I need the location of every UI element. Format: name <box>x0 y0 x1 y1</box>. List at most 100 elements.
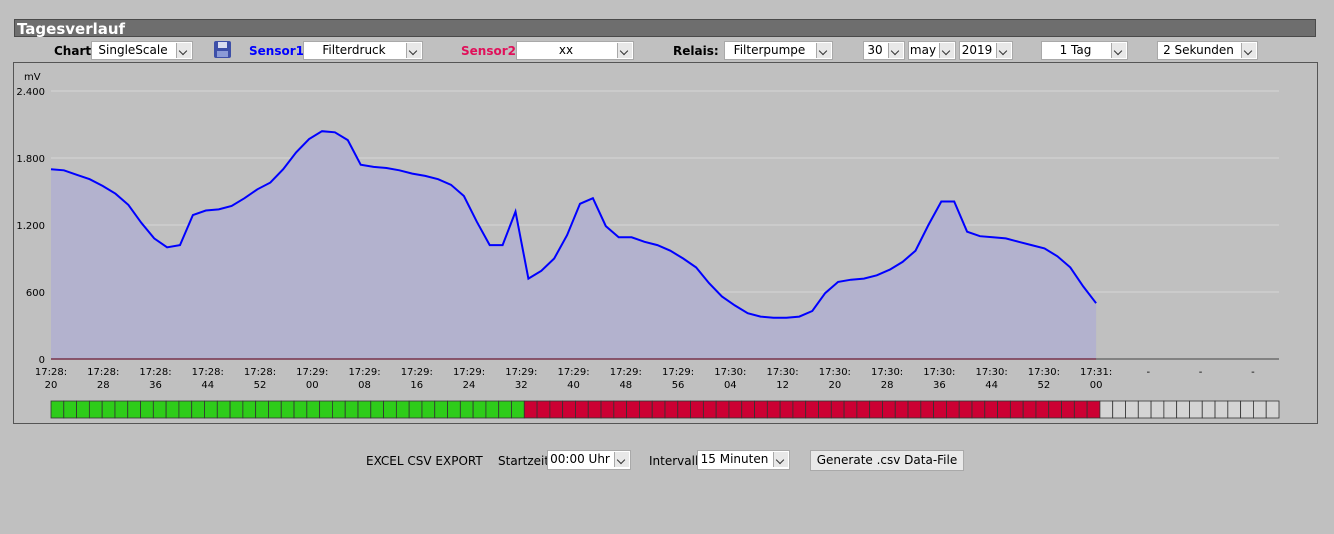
save-icon[interactable] <box>214 41 231 58</box>
interval-select-value: 2 Sekunden <box>1163 43 1234 57</box>
day-chart: mV 06001.2001.8002.400 17:28:2017:28:281… <box>16 72 1280 419</box>
x-tick-label: 36 <box>933 380 946 391</box>
export-interval-label: Intervall: <box>649 454 703 468</box>
x-tick-label: 32 <box>515 380 528 391</box>
relay-cell <box>664 400 679 419</box>
relay-cell <box>1214 400 1229 419</box>
relay-cell <box>268 400 282 419</box>
x-tick-label: 17:29: <box>453 367 485 378</box>
relay-cell <box>792 400 807 419</box>
relay-cell <box>50 400 65 419</box>
relay-cell <box>843 400 858 419</box>
relay-cell <box>421 400 436 419</box>
relay-cell <box>997 400 1011 419</box>
x-tick-label: - <box>1147 367 1151 378</box>
relay-cell <box>971 400 986 419</box>
day-select-value: 30 <box>867 43 883 57</box>
x-tick-label: 17:30: <box>1028 367 1060 378</box>
interval-select[interactable]: 2 Sekunden <box>1157 41 1258 60</box>
month-select-value: may <box>909 43 937 57</box>
day-select[interactable]: 30 <box>863 41 905 60</box>
relay-cell <box>319 400 333 419</box>
y-axis-label: mV <box>24 72 41 83</box>
relay-cell <box>754 400 768 419</box>
chevron-down-icon <box>816 43 831 58</box>
x-tick-label: 17:29: <box>505 367 537 378</box>
relay-cell <box>306 400 321 419</box>
relay-cell <box>1125 400 1139 419</box>
x-tick-label: 48 <box>619 380 632 391</box>
relay-cell <box>1086 400 1101 419</box>
x-tick-label: 17:30: <box>923 367 955 378</box>
relay-cell <box>1240 400 1254 419</box>
relay-cell <box>1112 400 1126 419</box>
x-tick-label: 17:30: <box>766 367 798 378</box>
relay-cell <box>1176 400 1190 419</box>
relay-cell <box>715 400 730 419</box>
x-tick-label: 28 <box>881 380 894 391</box>
relay-cell <box>575 400 589 419</box>
relay-cell <box>101 400 116 419</box>
relay-cell <box>1048 400 1062 419</box>
chevron-down-icon <box>614 452 629 467</box>
relay-cell <box>1022 400 1037 419</box>
relay-cell <box>140 400 154 419</box>
x-tick-label: 00 <box>1090 380 1103 391</box>
x-tick-labels: 17:28: 20 17:28: 28 17:28: 36 17:28: 44 17:28: 52… <box>35 367 1255 391</box>
relay-cell <box>741 400 755 419</box>
relay-cell <box>830 400 845 419</box>
export-interval-select-value: 15 Minuten <box>700 452 769 466</box>
export-interval-select[interactable]: 15 Minuten <box>697 450 790 470</box>
chart-select[interactable]: SingleScale <box>91 41 193 60</box>
x-tick-label: 17:28: <box>192 367 224 378</box>
relais-label: Relais: <box>673 44 719 58</box>
export-title: EXCEL CSV EXPORT <box>366 454 483 468</box>
range-select[interactable]: 1 Tag <box>1041 41 1128 60</box>
sensor1-select[interactable]: Filterdruck <box>303 41 423 60</box>
relay-cell <box>856 400 871 419</box>
x-tick-label: 44 <box>201 380 214 391</box>
chevron-down-icon <box>773 452 788 467</box>
x-tick-label: 44 <box>985 380 998 391</box>
chevron-down-icon <box>939 43 954 58</box>
month-select[interactable]: may <box>908 41 956 60</box>
relay-cell <box>549 400 564 419</box>
x-tick-label: 17:29: <box>296 367 328 378</box>
relay-cell <box>920 400 935 419</box>
relay-cell <box>1201 400 1216 419</box>
sensor1-label: Sensor1: <box>249 44 309 58</box>
x-tick-label: 17:29: <box>662 367 694 378</box>
relay-cell <box>88 400 103 419</box>
generate-csv-button[interactable]: Generate .csv Data-File <box>810 450 964 471</box>
x-tick-label: 17:30: <box>819 367 851 378</box>
relay-cell <box>127 400 141 419</box>
relay-cell <box>946 400 960 419</box>
relay-cell <box>229 400 244 419</box>
x-tick-label: 24 <box>463 380 476 391</box>
sensor2-select[interactable]: xx <box>516 41 634 60</box>
relay-cell <box>1189 400 1203 419</box>
start-time-select[interactable]: 00:00 Uhr <box>547 450 631 470</box>
relay-cell <box>766 400 781 419</box>
y-tick-label: 600 <box>26 288 45 299</box>
x-tick-label: 08 <box>358 380 371 391</box>
year-select[interactable]: 2019 <box>959 41 1013 60</box>
relay-cell <box>1073 400 1088 419</box>
relais-select[interactable]: Filterpumpe <box>724 41 833 60</box>
relay-cell <box>536 400 551 419</box>
relay-cell <box>191 400 205 419</box>
x-tick-label: 17:29: <box>610 367 642 378</box>
x-tick-label: 40 <box>567 380 580 391</box>
relay-status-bar <box>50 400 1280 419</box>
relay-cell <box>651 400 666 419</box>
y-tick-labels: 0 600 1.200 1.800 2.400 <box>16 87 45 366</box>
relay-cell <box>958 400 973 419</box>
relay-cell <box>933 400 947 419</box>
relay-cell <box>1137 400 1152 419</box>
year-select-value: 2019 <box>961 43 993 57</box>
y-tick-label: 0 <box>39 355 45 366</box>
sensor1-area <box>51 131 1097 359</box>
relay-cell <box>1035 400 1050 419</box>
relay-cell <box>63 400 77 419</box>
relay-cell <box>178 400 193 419</box>
